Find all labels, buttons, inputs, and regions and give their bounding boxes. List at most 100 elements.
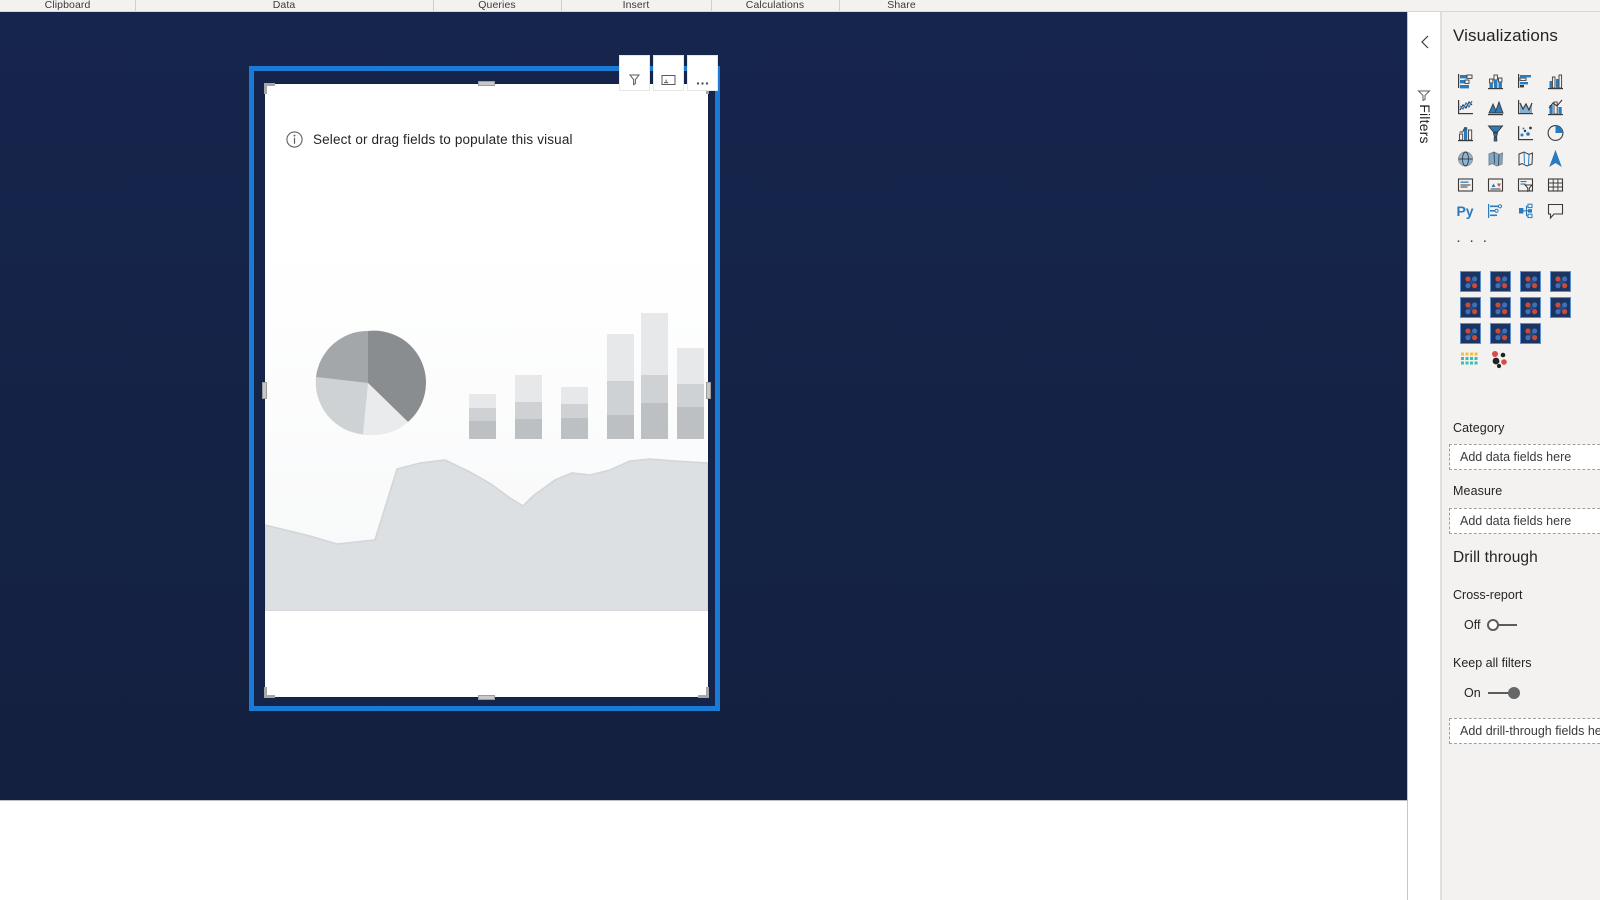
well-box-drill-through[interactable]: Add drill-through fields here xyxy=(1449,718,1600,744)
visual-watermark-art xyxy=(265,244,708,611)
more-visuals-button[interactable]: · · · xyxy=(1456,232,1489,249)
stacked-bar-chart-icon[interactable] xyxy=(1450,68,1480,94)
info-circle-icon xyxy=(286,131,303,148)
visual-header-buttons[interactable] xyxy=(619,55,719,91)
focus-mode-icon[interactable] xyxy=(653,55,684,91)
visualizations-pane: Visualizations Py · · · Category Add dat… xyxy=(1441,12,1600,900)
shape-map-icon[interactable] xyxy=(1510,146,1540,172)
custom-visual-icon xyxy=(1459,296,1481,318)
custom-visual-icon xyxy=(1489,270,1511,292)
resize-handle-bottom-center[interactable] xyxy=(478,695,495,700)
scatter-chart-icon[interactable] xyxy=(1510,120,1540,146)
custom-visual-tile[interactable] xyxy=(1515,320,1545,346)
custom-visual-tile[interactable] xyxy=(1455,294,1485,320)
kpi-icon[interactable] xyxy=(1480,172,1510,198)
ribbon-group-share[interactable]: Share xyxy=(839,0,964,12)
resize-handle-bottom-right[interactable] xyxy=(698,687,709,698)
cross-report-state: Off xyxy=(1464,618,1481,632)
ribbon-group-insert[interactable]: Insert xyxy=(561,0,711,12)
keep-all-filters-switch[interactable] xyxy=(1487,687,1520,699)
globe-map-icon[interactable] xyxy=(1450,146,1480,172)
line-chart-icon[interactable] xyxy=(1450,94,1480,120)
custom-visual-tile[interactable] xyxy=(1515,268,1545,294)
clustered-column-chart-icon[interactable] xyxy=(1540,68,1570,94)
line-and-stacked-column-chart-icon[interactable] xyxy=(1540,94,1570,120)
arcgis-map-icon[interactable] xyxy=(1540,146,1570,172)
cluster-visual-icon[interactable] xyxy=(1485,346,1515,372)
custom-visual-icon xyxy=(1489,296,1511,318)
filter-icon[interactable] xyxy=(619,55,650,91)
filled-map-icon[interactable] xyxy=(1480,146,1510,172)
custom-visual-icon xyxy=(1519,270,1541,292)
well-box-measure[interactable]: Add data fields here xyxy=(1449,508,1600,534)
ribbon-chart-icon[interactable] xyxy=(1450,120,1480,146)
custom-visual-icon xyxy=(1549,296,1571,318)
keep-all-filters-toggle[interactable]: On xyxy=(1464,686,1520,700)
custom-visuals-extra-row[interactable] xyxy=(1455,346,1600,372)
chevron-left-icon[interactable] xyxy=(1417,34,1433,50)
drill-through-title: Drill through xyxy=(1453,549,1538,566)
custom-visual-tile[interactable] xyxy=(1455,268,1485,294)
smart-narrative-icon[interactable] xyxy=(1540,198,1570,224)
visualizations-title: Visualizations xyxy=(1453,26,1559,45)
cross-report-label: Cross-report xyxy=(1453,588,1523,602)
custom-visual-tile[interactable] xyxy=(1455,320,1485,346)
ribbon-group-strip: Clipboard Data Queries Insert Calculations Sh… xyxy=(0,0,1600,12)
clustered-bar-chart-icon[interactable] xyxy=(1510,68,1540,94)
selected-visual-container[interactable]: Select or drag fields to populate this v… xyxy=(249,66,720,711)
stacked-column-chart-icon[interactable] xyxy=(1480,68,1510,94)
pie-chart-icon[interactable] xyxy=(1540,120,1570,146)
ribbon-group-calculations[interactable]: Calculations xyxy=(711,0,839,12)
more-options-icon[interactable] xyxy=(687,55,718,91)
custom-visual-tile[interactable] xyxy=(1485,268,1515,294)
resize-handle-middle-right[interactable] xyxy=(706,382,711,399)
custom-visual-tile[interactable] xyxy=(1545,294,1575,320)
decomposition-tree-icon[interactable] xyxy=(1510,198,1540,224)
table-icon[interactable] xyxy=(1540,172,1570,198)
filters-pane-collapsed[interactable]: Filters xyxy=(1409,12,1441,900)
resize-handle-middle-left[interactable] xyxy=(262,382,267,399)
funnel-chart-icon[interactable] xyxy=(1480,120,1510,146)
visual-placeholder-message: Select or drag fields to populate this v… xyxy=(286,131,573,148)
custom-visual-tile[interactable] xyxy=(1545,268,1575,294)
keep-all-filters-state: On xyxy=(1464,686,1481,700)
power-bi-window: Clipboard Data Queries Insert Calculations Sh… xyxy=(0,0,1600,900)
stacked-area-chart-icon[interactable] xyxy=(1510,94,1540,120)
custom-visual-icon xyxy=(1459,270,1481,292)
resize-handle-top-left[interactable] xyxy=(264,83,275,94)
key-influencers-icon[interactable] xyxy=(1480,198,1510,224)
below-canvas-area xyxy=(0,800,1408,900)
visual-type-gallery[interactable]: Py xyxy=(1450,68,1600,224)
custom-visual-tile[interactable] xyxy=(1485,320,1515,346)
custom-visual-icon xyxy=(1459,322,1481,344)
custom-visuals-gallery[interactable] xyxy=(1455,268,1600,346)
slicer-icon[interactable] xyxy=(1510,172,1540,198)
well-label-category: Category xyxy=(1453,421,1505,435)
custom-visual-icon xyxy=(1519,296,1541,318)
custom-visual-icon xyxy=(1489,322,1511,344)
ribbon-groups: Clipboard Data Queries Insert Calculations Sh… xyxy=(0,0,1600,12)
area-chart-icon[interactable] xyxy=(1480,94,1510,120)
python-visual-icon[interactable]: Py xyxy=(1450,198,1480,224)
python-visual-label: Py xyxy=(1456,203,1474,219)
report-canvas[interactable]: Select or drag fields to populate this v… xyxy=(0,12,1408,800)
well-box-category[interactable]: Add data fields here xyxy=(1449,444,1600,470)
card-icon[interactable] xyxy=(1450,172,1480,198)
keep-all-filters-label: Keep all filters xyxy=(1453,656,1532,670)
filters-pane-label: Filters xyxy=(1417,104,1433,144)
ribbon-group-clipboard[interactable]: Clipboard xyxy=(0,0,135,12)
custom-visual-icon xyxy=(1549,270,1571,292)
ribbon-group-queries[interactable]: Queries xyxy=(433,0,561,12)
well-label-measure: Measure xyxy=(1453,484,1503,498)
resize-handle-top-center[interactable] xyxy=(478,81,495,86)
visual-placeholder-text: Select or drag fields to populate this v… xyxy=(313,132,573,147)
cross-report-switch[interactable] xyxy=(1487,619,1519,631)
matrix-grid-visual-icon[interactable] xyxy=(1455,346,1485,372)
custom-visual-tile[interactable] xyxy=(1515,294,1545,320)
cross-report-toggle[interactable]: Off xyxy=(1464,618,1519,632)
resize-handle-bottom-left[interactable] xyxy=(264,687,275,698)
visual-body[interactable]: Select or drag fields to populate this v… xyxy=(262,81,711,700)
custom-visual-tile[interactable] xyxy=(1485,294,1515,320)
custom-visual-icon xyxy=(1519,322,1541,344)
ribbon-group-data[interactable]: Data xyxy=(135,0,433,12)
